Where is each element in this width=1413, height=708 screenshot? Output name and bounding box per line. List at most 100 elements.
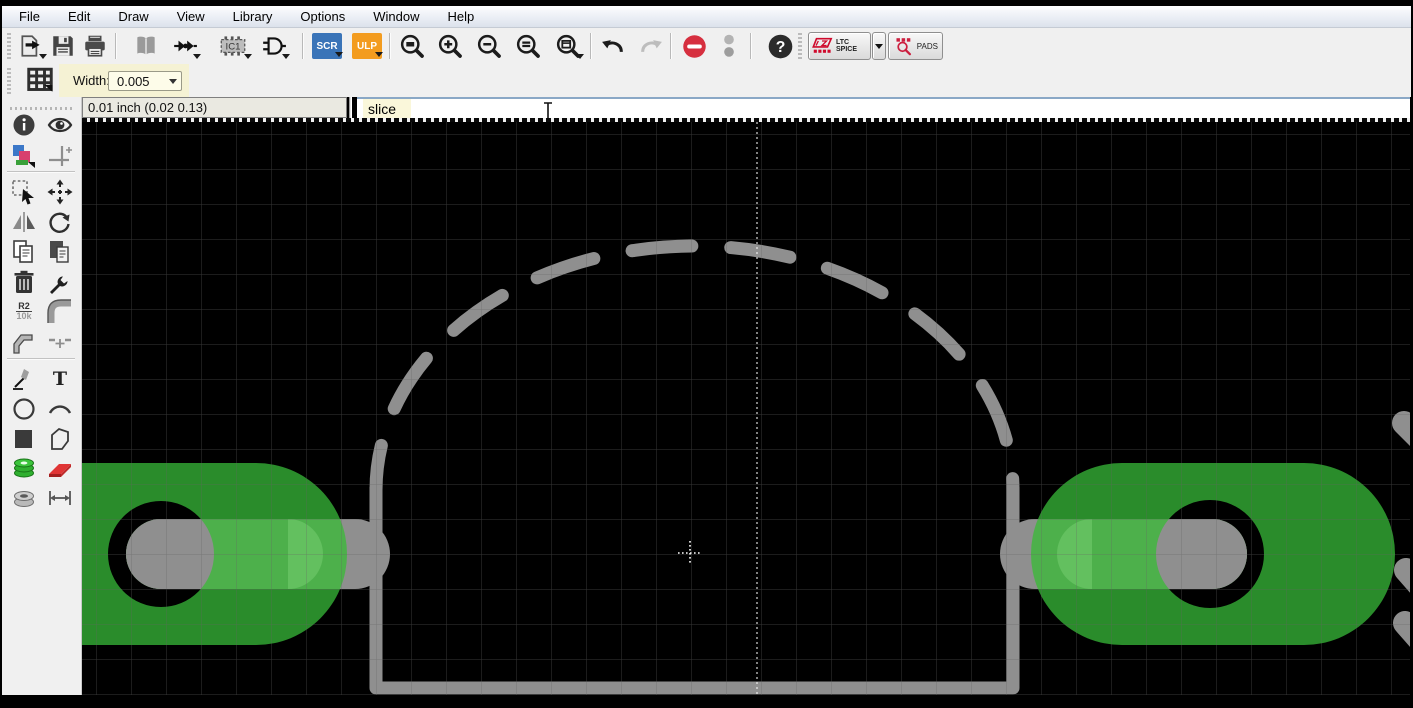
width-value: 0.005 — [109, 74, 165, 89]
copy-icon — [11, 239, 37, 265]
toolbar-drag-handle[interactable] — [7, 68, 11, 94]
info-tool-button[interactable] — [9, 111, 39, 138]
ulp-button[interactable]: ULP — [352, 33, 382, 59]
mark-tool-button[interactable] — [45, 142, 75, 169]
toolbar-drag-handle[interactable] — [7, 33, 11, 59]
move-tool-button[interactable] — [45, 178, 75, 205]
stop-icon — [681, 33, 708, 60]
save-button[interactable] — [48, 31, 78, 61]
menu-library[interactable]: Library — [220, 7, 286, 26]
help-button[interactable]: ? — [765, 31, 795, 61]
zoom-redraw-button[interactable] — [553, 31, 583, 61]
statusbar-separator — [349, 97, 352, 118]
menu-help[interactable]: Help — [434, 7, 487, 26]
print-button[interactable] — [80, 31, 110, 61]
copy-tool-button[interactable] — [9, 238, 39, 265]
rotate-tool-button[interactable] — [45, 208, 75, 235]
library-button[interactable] — [131, 31, 161, 61]
menu-options[interactable]: Options — [287, 7, 358, 26]
redo-icon — [638, 32, 666, 60]
dropdown-arrow-icon — [875, 44, 883, 49]
smd-tool-button[interactable] — [45, 454, 75, 481]
menu-edit[interactable]: Edit — [55, 7, 103, 26]
dropdown-arrow-icon — [193, 54, 201, 59]
palette-separator — [7, 171, 75, 173]
gate-button[interactable] — [259, 31, 289, 61]
miter-icon — [47, 299, 73, 325]
arc-tool-button[interactable] — [45, 395, 75, 422]
paste-tool-button[interactable] — [45, 238, 75, 265]
wrench-icon — [47, 269, 73, 295]
circle-icon — [11, 396, 37, 422]
tool-palette: R2 10k — [2, 97, 82, 695]
dropdown-arrow-icon — [244, 54, 252, 59]
command-input[interactable]: slice — [357, 97, 1410, 118]
canvas[interactable] — [82, 122, 1410, 695]
menu-window[interactable]: Window — [360, 7, 432, 26]
open-button[interactable] — [16, 31, 46, 61]
pads-logo-icon — [893, 35, 914, 57]
combo-arrow[interactable] — [165, 72, 181, 90]
grid-button[interactable] — [22, 67, 58, 94]
print-icon — [82, 33, 108, 59]
pad-icon — [11, 455, 37, 481]
optimize-icon — [47, 330, 73, 356]
zoom-fit-button[interactable] — [397, 31, 427, 61]
pads-label: PADS — [917, 43, 938, 50]
zoom-in-button[interactable] — [435, 31, 465, 61]
wire-tool-button[interactable] — [9, 365, 39, 392]
show-tool-button[interactable] — [45, 111, 75, 138]
stop-button[interactable] — [679, 31, 709, 61]
main-toolbar: IC1 SCR ULP — [2, 28, 1411, 64]
dropdown-arrow-icon — [576, 54, 584, 59]
mirror-tool-button[interactable] — [9, 208, 39, 235]
optimize-tool-button[interactable] — [45, 329, 75, 356]
ltc-spice-button[interactable]: LTC SPICE — [808, 32, 871, 60]
zoom-fit-icon — [399, 33, 426, 60]
arc-icon — [47, 396, 73, 422]
toolbar-separator — [670, 33, 672, 59]
circle-tool-button[interactable] — [9, 395, 39, 422]
menu-view[interactable]: View — [164, 7, 218, 26]
toolbar-drag-handle[interactable] — [798, 33, 802, 59]
miter-tool-button[interactable] — [45, 298, 75, 325]
rect-icon — [11, 426, 37, 452]
menu-draw[interactable]: Draw — [105, 7, 161, 26]
redo-button[interactable] — [637, 31, 667, 61]
dimension-tool-button[interactable] — [45, 484, 75, 511]
split-tool-button[interactable] — [9, 329, 39, 356]
delete-tool-button[interactable] — [9, 268, 39, 295]
zoom-in-icon — [437, 33, 464, 60]
menu-bar: File Edit Draw View Library Options Wind… — [2, 6, 1411, 28]
parameter-toolbar: Width: 0.005 — [2, 64, 1411, 97]
menu-file[interactable]: File — [6, 7, 53, 26]
scr-button[interactable]: SCR — [312, 33, 342, 59]
dropdown-arrow-icon — [282, 54, 290, 59]
hole-icon — [11, 485, 37, 511]
ulp-label: ULP — [357, 41, 377, 52]
undo-button[interactable] — [597, 31, 627, 61]
palette-drag-handle[interactable] — [10, 107, 72, 110]
traffic-light-button[interactable] — [714, 31, 744, 61]
rect-tool-button[interactable] — [9, 425, 39, 452]
zoom-out-button[interactable] — [474, 31, 504, 61]
ic-button[interactable]: IC1 — [215, 31, 251, 61]
pad-tool-button[interactable] — [9, 454, 39, 481]
help-icon: ? — [767, 33, 794, 60]
ltc-spice-dropdown-button[interactable] — [872, 32, 886, 60]
hole-tool-button[interactable] — [9, 484, 39, 511]
pads-button[interactable]: PADS — [888, 32, 943, 60]
zoom-select-button[interactable] — [513, 31, 543, 61]
dropdown-arrow-icon — [375, 52, 383, 57]
change-tool-button[interactable] — [45, 268, 75, 295]
display-layers-button[interactable] — [9, 142, 39, 169]
group-tool-button[interactable] — [9, 178, 39, 205]
text-tool-button[interactable]: T — [45, 365, 75, 392]
width-combobox[interactable]: 0.005 — [108, 71, 182, 91]
eagle-package-editor-window: File Edit Draw View Library Options Wind… — [0, 0, 1413, 708]
polygon-tool-button[interactable] — [45, 425, 75, 452]
name-tool-button[interactable]: R2 10k — [9, 298, 39, 325]
wire-icon — [11, 366, 37, 392]
toolbar-separator — [389, 33, 391, 59]
pinswap-button[interactable] — [170, 31, 200, 61]
